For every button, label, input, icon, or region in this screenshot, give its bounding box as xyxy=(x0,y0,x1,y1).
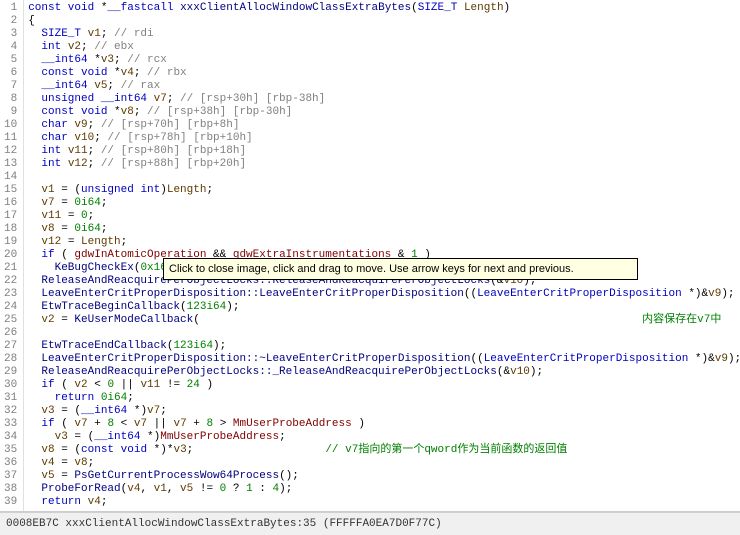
code-line[interactable]: int v11; // [rsp+80h] [rbp+18h] xyxy=(28,145,736,158)
code-line[interactable]: __int64 *v3; // rcx xyxy=(28,54,736,67)
line-number: 34 xyxy=(4,431,17,444)
source-code[interactable]: const void *__fastcall xxxClientAllocWin… xyxy=(24,0,740,511)
line-number: 12 xyxy=(4,145,17,158)
code-line[interactable] xyxy=(28,171,736,184)
line-number: 5 xyxy=(4,54,17,67)
line-number: 7 xyxy=(4,80,17,93)
code-line[interactable]: if ( v7 + 8 < v7 || v7 + 8 > MmUserProbe… xyxy=(28,418,736,431)
code-line[interactable]: v8 = 0i64; xyxy=(28,223,736,236)
line-number: 6 xyxy=(4,67,17,80)
line-number: 30 xyxy=(4,379,17,392)
line-number: 33 xyxy=(4,418,17,431)
decompiler-view[interactable]: 1234567891011121314151617181920212223242… xyxy=(0,0,740,512)
line-number: 10 xyxy=(4,119,17,132)
line-number: 39 xyxy=(4,496,17,509)
line-number: 18 xyxy=(4,223,17,236)
line-number: 2 xyxy=(4,15,17,28)
line-number: 22 xyxy=(4,275,17,288)
line-number: 37 xyxy=(4,470,17,483)
code-line[interactable]: EtwTraceBeginCallback(123i64); xyxy=(28,301,736,314)
code-line[interactable]: return 0i64; xyxy=(28,392,736,405)
line-number: 29 xyxy=(4,366,17,379)
image-viewer-tooltip[interactable]: Click to close image, click and drag to … xyxy=(163,258,638,280)
line-number: 15 xyxy=(4,184,17,197)
code-line[interactable]: return v4; xyxy=(28,496,736,509)
line-number: 25 xyxy=(4,314,17,327)
line-number: 13 xyxy=(4,158,17,171)
code-line[interactable]: const void *v4; // rbx xyxy=(28,67,736,80)
code-line[interactable]: SIZE_T v1; // rdi xyxy=(28,28,736,41)
code-line[interactable]: EtwTraceEndCallback(123i64); xyxy=(28,340,736,353)
code-line[interactable]: v11 = 0; xyxy=(28,210,736,223)
code-line[interactable]: LeaveEnterCritProperDisposition::LeaveEn… xyxy=(28,288,736,301)
line-number: 24 xyxy=(4,301,17,314)
line-number: 1 xyxy=(4,2,17,15)
line-number: 32 xyxy=(4,405,17,418)
tooltip-text: Click to close image, click and drag to … xyxy=(169,263,574,275)
code-line[interactable]: int v12; // [rsp+88h] [rbp+20h] xyxy=(28,158,736,171)
code-line[interactable]: ReleaseAndReacquirePerObjectLocks::_Rele… xyxy=(28,366,736,379)
code-line[interactable]: v7 = 0i64; xyxy=(28,197,736,210)
code-line[interactable]: LeaveEnterCritProperDisposition::~LeaveE… xyxy=(28,353,736,366)
line-number-gutter: 1234567891011121314151617181920212223242… xyxy=(0,0,24,511)
line-number: 38 xyxy=(4,483,17,496)
line-number: 23 xyxy=(4,288,17,301)
code-line[interactable]: v3 = (__int64 *)MmUserProbeAddress; xyxy=(28,431,736,444)
line-number: 11 xyxy=(4,132,17,145)
status-bar: 0008EB7C xxxClientAllocWindowClassExtraB… xyxy=(0,512,740,535)
line-number: 8 xyxy=(4,93,17,106)
line-number: 27 xyxy=(4,340,17,353)
code-line[interactable]: __int64 v5; // rax xyxy=(28,80,736,93)
code-line[interactable]: const void *__fastcall xxxClientAllocWin… xyxy=(28,2,736,15)
code-line[interactable]: ProbeForRead(v4, v1, v5 != 0 ? 1 : 4); xyxy=(28,483,736,496)
line-number: 16 xyxy=(4,197,17,210)
line-number: 4 xyxy=(4,41,17,54)
line-number: 21 xyxy=(4,262,17,275)
line-number: 35 xyxy=(4,444,17,457)
code-line[interactable]: char v9; // [rsp+70h] [rbp+8h] xyxy=(28,119,736,132)
line-number: 19 xyxy=(4,236,17,249)
code-line[interactable]: v1 = (unsigned int)Length; xyxy=(28,184,736,197)
code-line[interactable]: if ( v2 < 0 || v11 != 24 ) xyxy=(28,379,736,392)
code-line[interactable]: v3 = (__int64 *)v7; xyxy=(28,405,736,418)
code-line[interactable]: const void *v8; // [rsp+38h] [rbp-30h] xyxy=(28,106,736,119)
line-number: 14 xyxy=(4,171,17,184)
line-number: 28 xyxy=(4,353,17,366)
code-line[interactable]: v8 = (const void *)*v3; // v7指向的第一个qword… xyxy=(28,444,736,457)
status-text: 0008EB7C xxxClientAllocWindowClassExtraB… xyxy=(6,518,442,530)
line-number: 26 xyxy=(4,327,17,340)
code-line[interactable] xyxy=(28,327,736,340)
code-line[interactable]: v12 = Length; xyxy=(28,236,736,249)
code-line[interactable]: { xyxy=(28,15,736,28)
line-number: 17 xyxy=(4,210,17,223)
line-number: 9 xyxy=(4,106,17,119)
line-number: 3 xyxy=(4,28,17,41)
code-line[interactable]: int v2; // ebx xyxy=(28,41,736,54)
line-number: 20 xyxy=(4,249,17,262)
code-line[interactable]: v4 = v8; xyxy=(28,457,736,470)
code-line[interactable]: v2 = KeUserModeCallback( 内容保存在v7中 xyxy=(28,314,736,327)
code-line[interactable]: v5 = PsGetCurrentProcessWow64Process(); xyxy=(28,470,736,483)
line-number: 36 xyxy=(4,457,17,470)
line-number: 31 xyxy=(4,392,17,405)
code-line[interactable]: unsigned __int64 v7; // [rsp+30h] [rbp-3… xyxy=(28,93,736,106)
code-line[interactable]: char v10; // [rsp+78h] [rbp+10h] xyxy=(28,132,736,145)
